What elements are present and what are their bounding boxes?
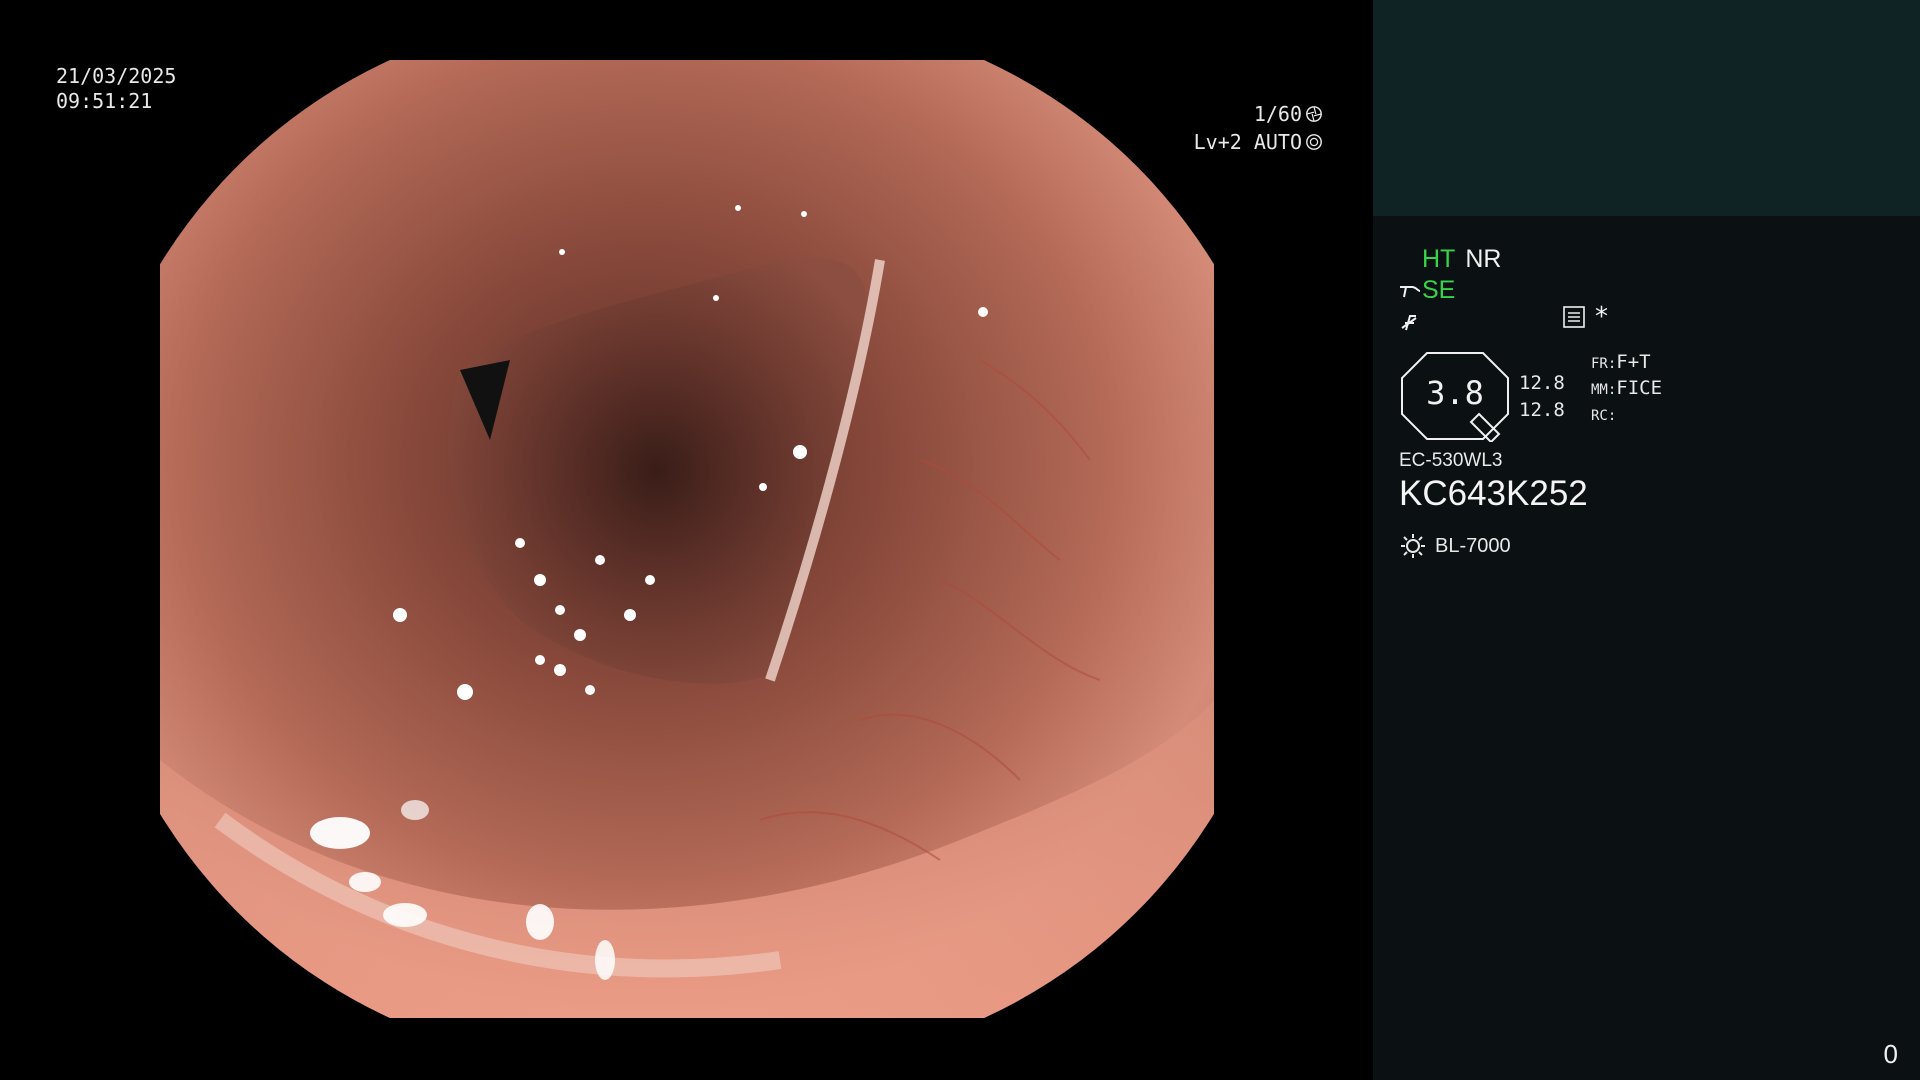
mm-value: FICE <box>1616 377 1663 399</box>
zoom-block: 3.8 12.8 12.8 FR:F+T MM:FICE RC: <box>1399 350 1699 450</box>
iris-icon <box>1306 134 1322 150</box>
zoom-numbers: 12.8 12.8 <box>1519 370 1565 424</box>
zoom-number-2: 12.8 <box>1519 399 1565 421</box>
flag-se: SE <box>1422 276 1456 304</box>
sun-icon <box>1401 534 1425 558</box>
light-source-label: BL-7000 <box>1435 534 1511 557</box>
datetime: 21/03/2025 09:51:21 <box>56 64 176 114</box>
fr-label: FR: <box>1591 356 1617 372</box>
thumbnail-area <box>1373 0 1920 216</box>
star-marker: * <box>1595 302 1608 332</box>
image-flags: HT NR SE <box>1398 244 1501 337</box>
date-text: 21/03/2025 <box>56 64 177 88</box>
processing-params: FR:F+T MM:FICE RC: <box>1591 350 1662 428</box>
zoom-value: 3.8 <box>1426 374 1484 412</box>
f-mode-icon <box>1401 314 1417 330</box>
info-panel: HT NR SE * 3.8 12.8 12.8 FR:F+T MM:FICE … <box>1373 0 1920 1080</box>
endoscopy-screen: 21/03/2025 09:51:21 1/60 Lv+2 AUTO HT NR… <box>0 0 1920 1080</box>
mm-label: MM: <box>1591 382 1617 398</box>
shutter-speed: 1/60 <box>1253 102 1302 126</box>
light-source: BL-7000 <box>1399 532 1511 560</box>
scope-serial: KC643K252 <box>1399 474 1588 513</box>
zoom-number-1: 12.8 <box>1519 372 1565 394</box>
frame-counter: 0 <box>1883 1039 1898 1069</box>
time-text: 09:51:21 <box>56 89 153 113</box>
flag-nr: NR <box>1465 245 1502 273</box>
endoscope-viewport: 21/03/2025 09:51:21 1/60 Lv+2 AUTO <box>0 0 1373 1080</box>
fr-value: F+T <box>1616 351 1651 373</box>
rc-label: RC: <box>1591 408 1617 424</box>
enhance-icon <box>1400 285 1421 297</box>
blank-slot <box>1398 248 1422 272</box>
menu-list-icon <box>1563 306 1585 328</box>
endoscope-image <box>160 60 1214 1018</box>
status-icons: * <box>1563 302 1608 332</box>
flag-ht: HT <box>1422 245 1456 273</box>
scope-model: EC-530WL3 <box>1399 450 1503 471</box>
shutter-icon <box>1306 106 1322 122</box>
